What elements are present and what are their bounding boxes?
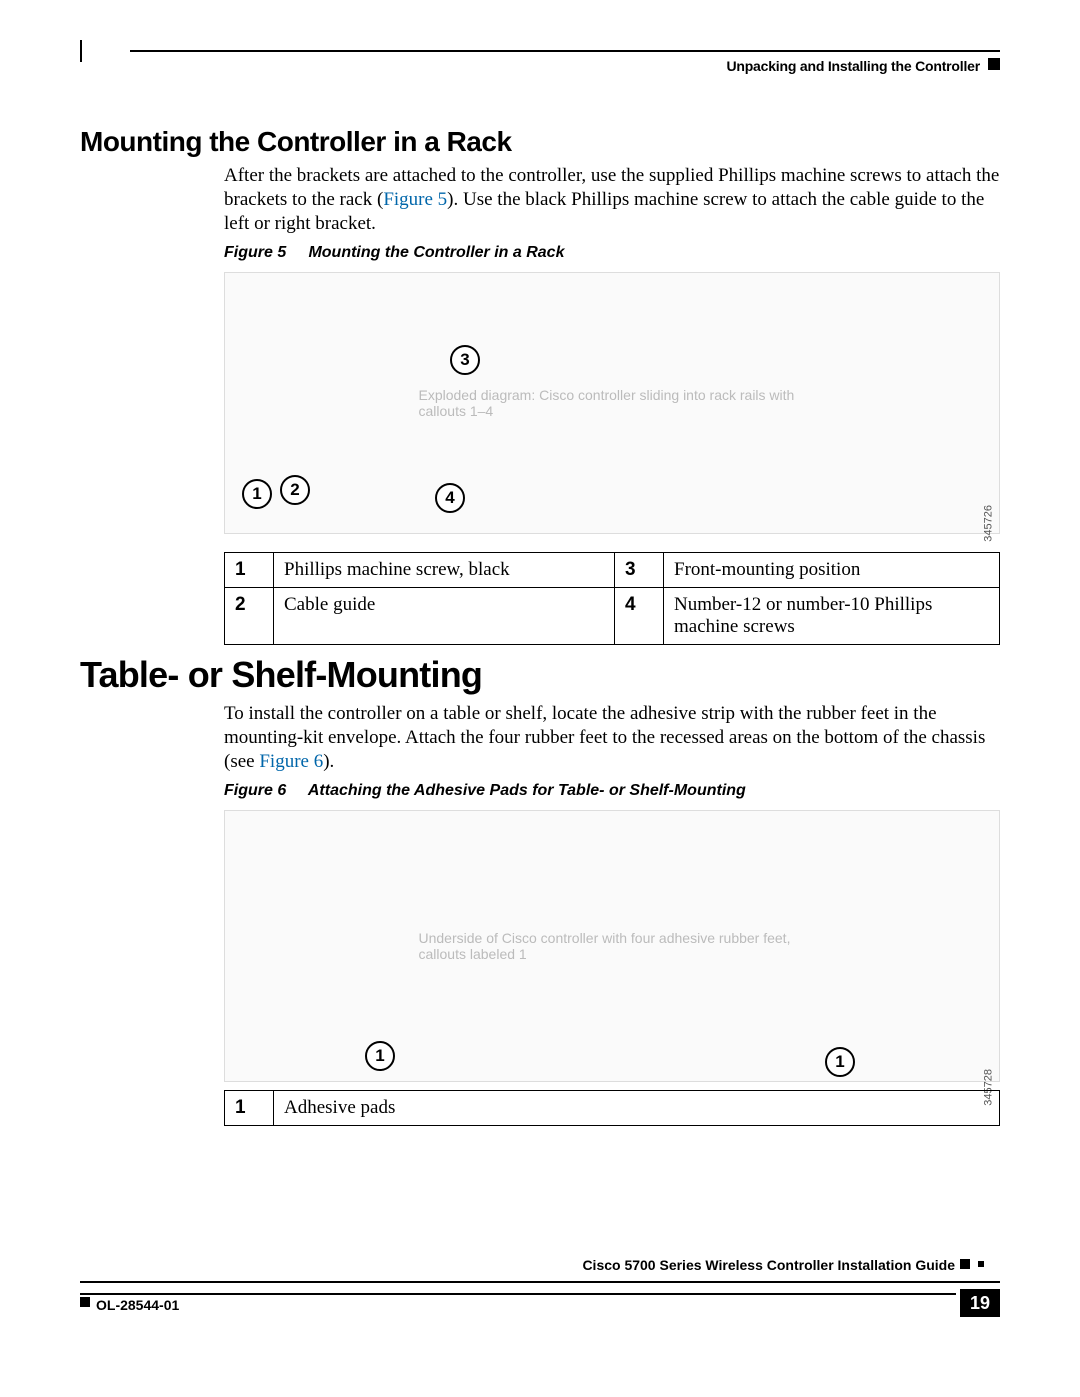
figure5-label: Figure 5	[224, 244, 304, 262]
footer-doc-id: OL-28544-01	[96, 1297, 179, 1313]
page-number: 19	[960, 1289, 1000, 1317]
table-row: 1 Adhesive pads	[225, 1091, 1000, 1126]
figure6-label: Figure 6	[224, 782, 304, 800]
footer-guide-title: Cisco 5700 Series Wireless Controller In…	[582, 1257, 955, 1273]
section-heading-mounting-rack: Mounting the Controller in a Rack	[80, 126, 512, 158]
figure6-caption: Figure 6 Attaching the Adhesive Pads for…	[224, 782, 1000, 800]
figure5-table-t1: Phillips machine screw, black	[274, 553, 615, 588]
figure5-callout-1: 1	[242, 479, 272, 509]
footer-rule-top	[80, 1281, 1000, 1283]
footer-square-icon-small	[978, 1261, 984, 1267]
figure6-table-t1: Adhesive pads	[274, 1091, 1000, 1126]
figure5-table-n1: 1	[225, 553, 274, 588]
figure6-callout-1-right: 1	[825, 1047, 855, 1077]
figure5-image: Exploded diagram: Cisco controller slidi…	[224, 272, 1000, 534]
figure6-reference-link[interactable]: Figure 6	[259, 751, 323, 772]
section-heading-table-shelf: Table- or Shelf-Mounting	[80, 654, 482, 696]
section2-text-a: To install the controller on a table or …	[224, 703, 985, 772]
running-header: Unpacking and Installing the Controller	[726, 58, 980, 74]
footer-square-icon	[960, 1259, 970, 1269]
figure6-table-n1: 1	[225, 1091, 274, 1126]
figure5-table-t4: Number-12 or number-10 Phillips machine …	[664, 588, 1000, 645]
figure5-table-n3: 3	[615, 553, 664, 588]
footer-rule-mid	[80, 1293, 956, 1295]
section2-text-b: ).	[323, 751, 334, 772]
figure5-table-n2: 2	[225, 588, 274, 645]
page: Unpacking and Installing the Controller …	[0, 0, 1080, 1397]
section1-paragraph: After the brackets are attached to the c…	[224, 164, 1000, 235]
figure5-table-t3: Front-mounting position	[664, 553, 1000, 588]
header-square-icon	[988, 58, 1000, 70]
figure5-caption-text: Mounting the Controller in a Rack	[308, 244, 564, 261]
figure5-callout-3: 3	[450, 345, 480, 375]
figure6-image: Underside of Cisco controller with four …	[224, 810, 1000, 1082]
figure5-table-t2: Cable guide	[274, 588, 615, 645]
figure5-callout-4: 4	[435, 483, 465, 513]
figure6-callout-1-left: 1	[365, 1041, 395, 1071]
section2-paragraph: To install the controller on a table or …	[224, 702, 1000, 773]
figure5-image-alt: Exploded diagram: Cisco controller slidi…	[419, 387, 806, 419]
figure5-reference-link[interactable]: Figure 5	[383, 189, 447, 210]
crop-tick	[80, 40, 82, 62]
figure6-callout-table: 1 Adhesive pads	[224, 1090, 1000, 1126]
footer-square-left-icon	[80, 1297, 90, 1307]
figure6-image-alt: Underside of Cisco controller with four …	[419, 930, 806, 962]
footer: Cisco 5700 Series Wireless Controller In…	[80, 1307, 1000, 1317]
figure5-callout-table: 1 Phillips machine screw, black 3 Front-…	[224, 552, 1000, 645]
table-row: 1 Phillips machine screw, black 3 Front-…	[225, 553, 1000, 588]
figure5-callout-2: 2	[280, 475, 310, 505]
figure5-drawing-id: 345726	[983, 505, 995, 542]
figure6-caption-text: Attaching the Adhesive Pads for Table- o…	[308, 782, 746, 799]
header-hairline	[130, 50, 1000, 52]
table-row: 2 Cable guide 4 Number-12 or number-10 P…	[225, 588, 1000, 645]
figure5-table-n4: 4	[615, 588, 664, 645]
figure5-caption: Figure 5 Mounting the Controller in a Ra…	[224, 244, 1000, 262]
